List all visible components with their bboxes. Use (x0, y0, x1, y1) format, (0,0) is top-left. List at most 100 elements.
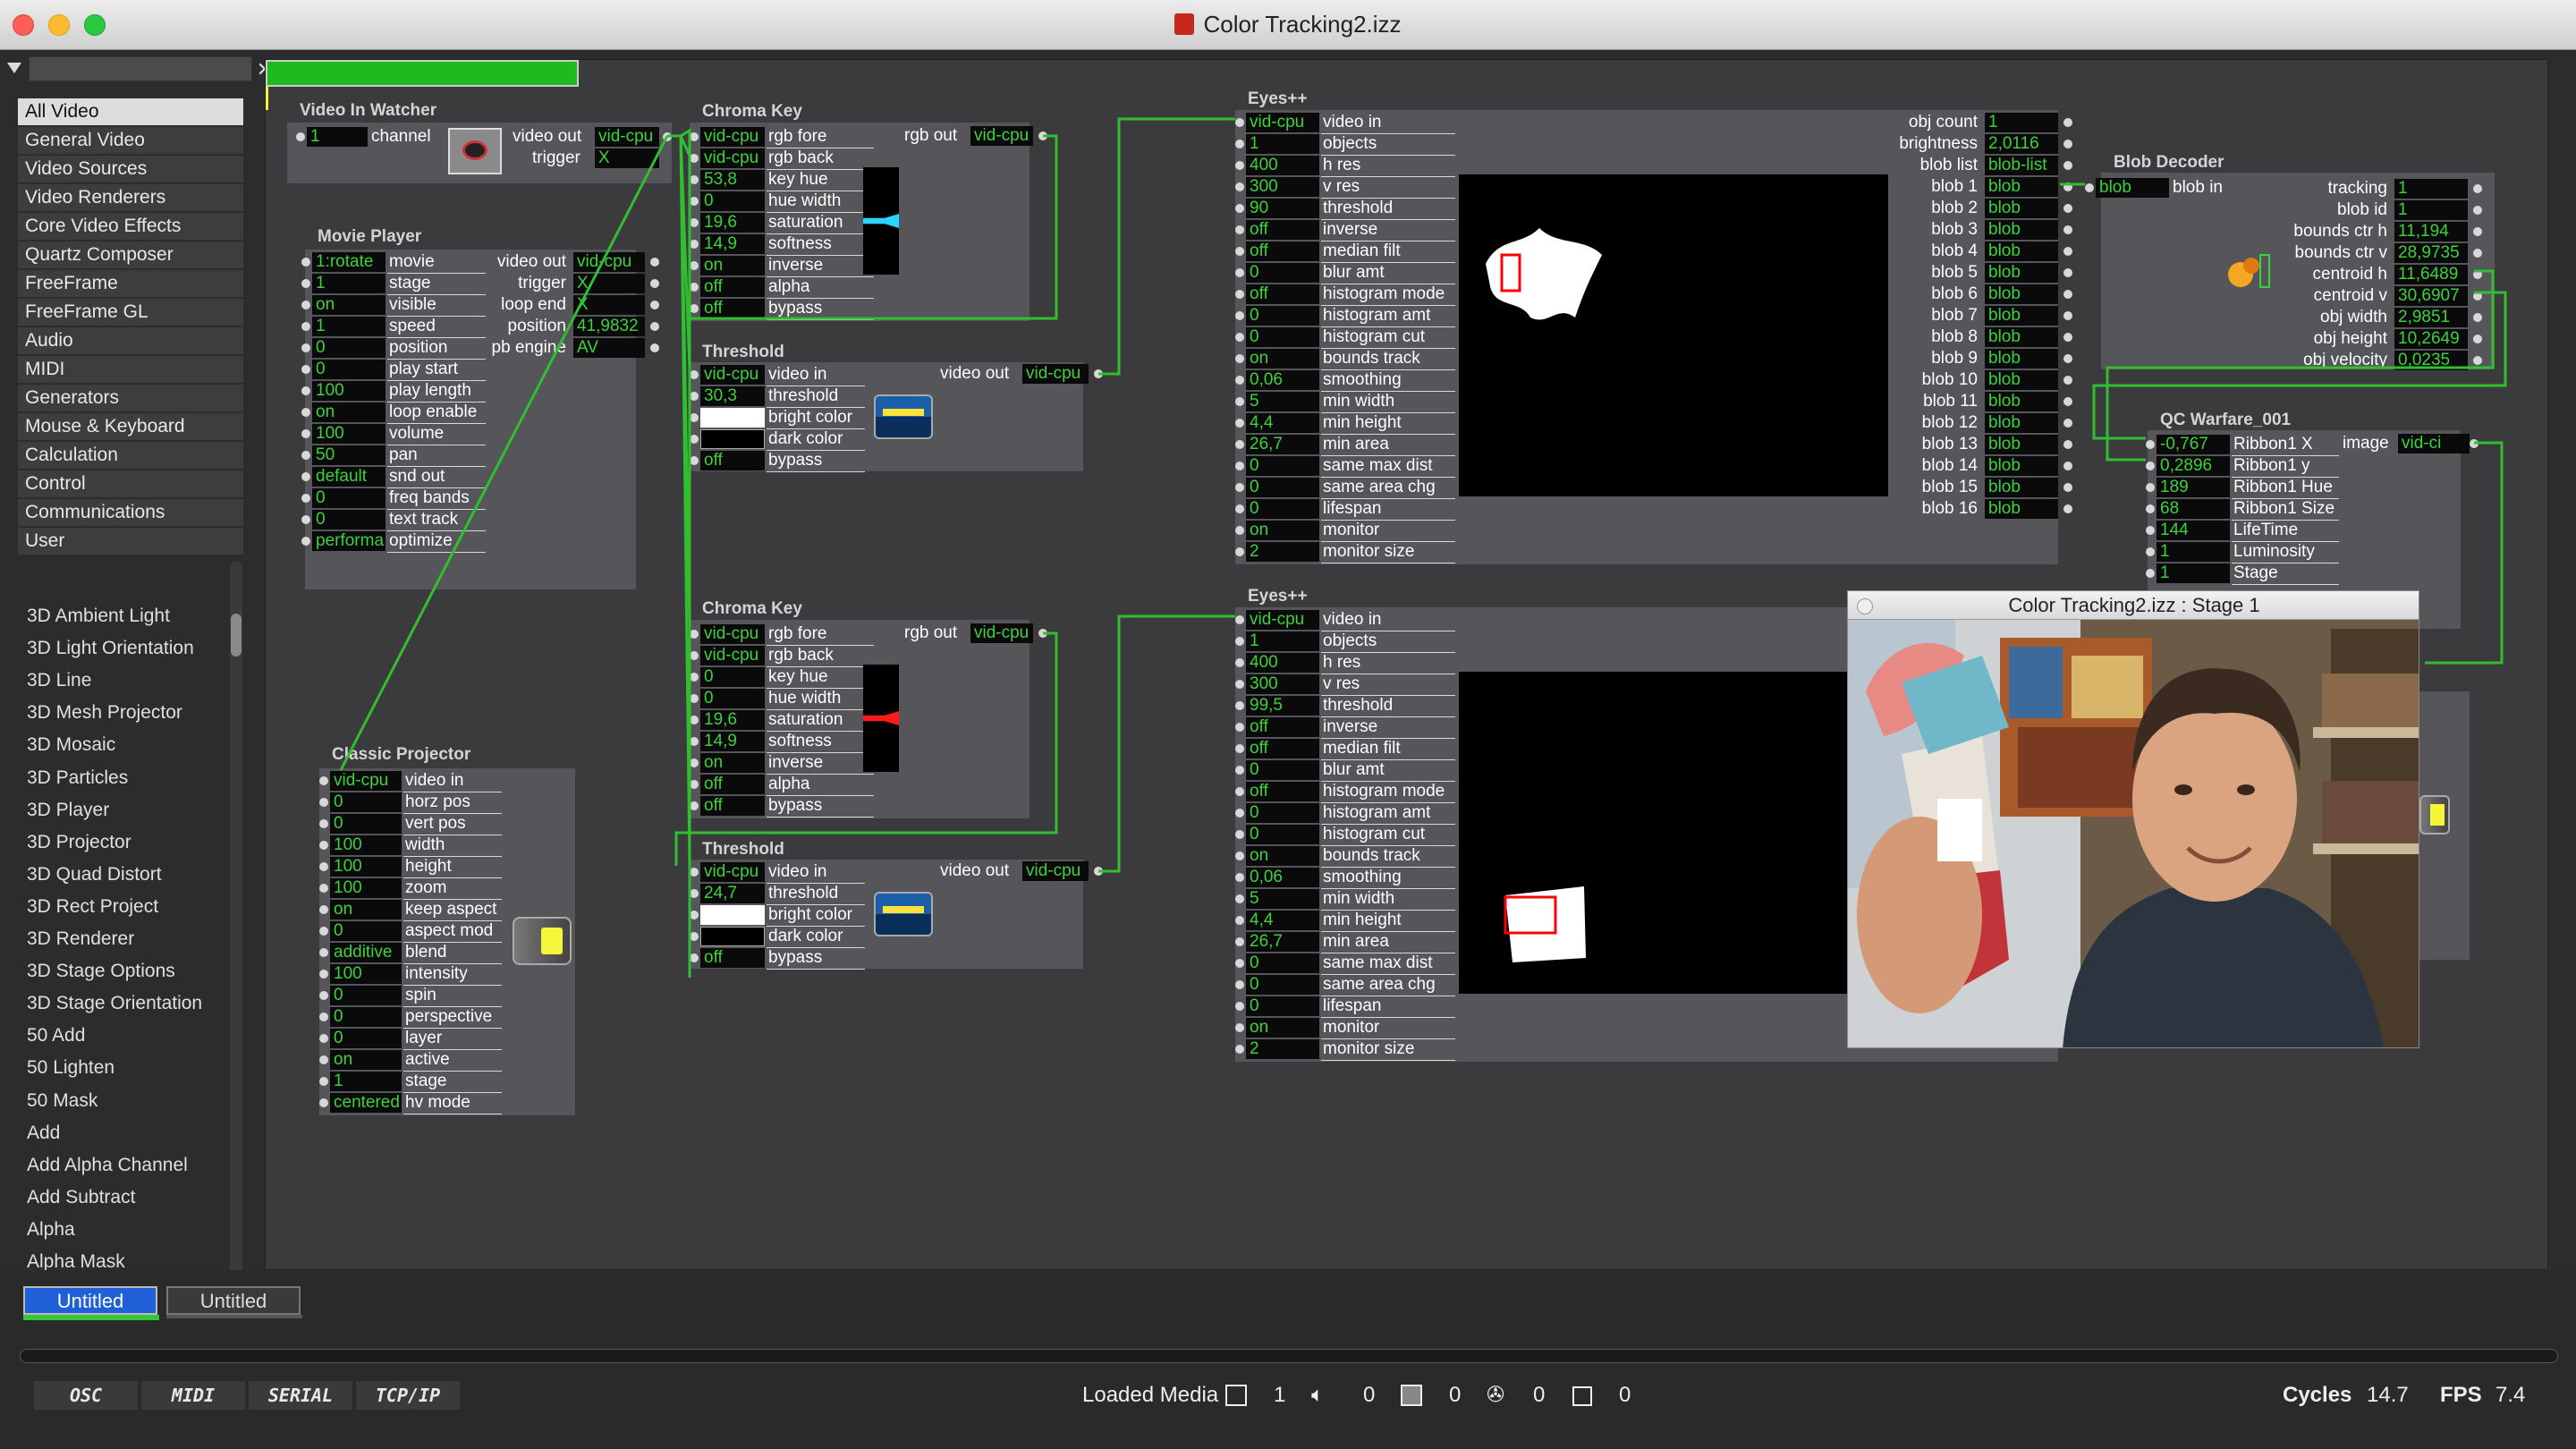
eyes2-input-port[interactable] (1235, 787, 1244, 796)
actor-list-item[interactable]: Add Alpha Channel (27, 1149, 188, 1182)
blob_decoder-input-port[interactable] (2085, 183, 2094, 192)
osc-button[interactable]: OSC (34, 1381, 138, 1410)
eyes2-input-port[interactable] (1235, 658, 1244, 667)
threshold2-input-port[interactable] (690, 868, 699, 877)
eyes1-output-port[interactable] (2063, 268, 2072, 277)
eyes1-input-port[interactable] (1235, 419, 1244, 428)
eyes2-input-value[interactable]: on (1246, 846, 1319, 866)
actor-list-item[interactable]: 50 Lighten (27, 1052, 114, 1084)
classic_projector-input-port[interactable] (319, 819, 328, 828)
eyes1-input-port[interactable] (1235, 225, 1244, 234)
eyes2-input-port[interactable] (1235, 830, 1244, 839)
eyes1-input-value[interactable]: 0 (1246, 499, 1319, 519)
scene-scrollbar[interactable] (20, 1349, 2558, 1363)
scene-tab-1[interactable]: Untitled (23, 1286, 157, 1315)
chroma2-input-port[interactable] (690, 694, 699, 703)
eyes2-input-port[interactable] (1235, 894, 1244, 903)
eyes2-input-port[interactable] (1235, 1023, 1244, 1032)
eyes1-output-port[interactable] (2063, 290, 2072, 299)
qc_warfare-input-value[interactable]: 1 (2157, 542, 2230, 562)
qc_warfare-input-value[interactable]: 1 (2157, 564, 2230, 583)
category-item[interactable]: User (18, 528, 243, 555)
movie_player-input-value[interactable]: 0 (312, 338, 386, 358)
classic_projector-input-value[interactable]: vid-cpu (330, 771, 402, 791)
qc_warfare-input-port[interactable] (2146, 547, 2155, 556)
chroma1-input-value[interactable]: vid-cpu (700, 148, 765, 168)
classic_projector-input-port[interactable] (319, 841, 328, 850)
movie_player-input-value[interactable]: on (312, 295, 386, 315)
eyes1-output-port[interactable] (2063, 333, 2072, 342)
chroma2-input-port[interactable] (690, 716, 699, 724)
classic_projector-input-port[interactable] (319, 862, 328, 871)
classic_projector-input-value[interactable]: additive (330, 943, 402, 962)
eyes1-output-port[interactable] (2063, 376, 2072, 385)
chroma1-input-value[interactable]: 53,8 (700, 170, 765, 190)
threshold2-input-value[interactable] (700, 927, 765, 946)
chroma2-input-port[interactable] (690, 673, 699, 682)
classic_projector-input-value[interactable]: 0 (330, 921, 402, 941)
threshold2-input-port[interactable] (690, 953, 699, 962)
blob_decoder-output-port[interactable] (2473, 292, 2482, 301)
eyes1-input-value[interactable]: 0 (1246, 456, 1319, 476)
eyes2-input-value[interactable]: 4,4 (1246, 911, 1319, 930)
category-item[interactable]: Mouse & Keyboard (18, 413, 243, 440)
eyes1-output-port[interactable] (2063, 118, 2072, 127)
blob_decoder-output-port[interactable] (2473, 227, 2482, 236)
chroma2-input-port[interactable] (690, 801, 699, 810)
classic_projector-input-value[interactable]: 1 (330, 1072, 402, 1091)
classic_projector-input-port[interactable] (319, 798, 328, 807)
eyes1-output-port[interactable] (2063, 440, 2072, 449)
threshold1-input-port[interactable] (690, 370, 699, 379)
chroma2-input-port[interactable] (690, 758, 699, 767)
eyes2-input-port[interactable] (1235, 873, 1244, 882)
tcpip-button[interactable]: TCP/IP (356, 1381, 460, 1410)
classic_projector-input-value[interactable]: on (330, 900, 402, 919)
eyes2-input-value[interactable]: off (1246, 782, 1319, 801)
chroma1-input-value[interactable]: 19,6 (700, 213, 765, 233)
eyes1-output-port[interactable] (2063, 504, 2072, 513)
chroma1-input-port[interactable] (690, 261, 699, 270)
qc_warfare-input-port[interactable] (2146, 440, 2155, 449)
eyes2-input-port[interactable] (1235, 744, 1244, 753)
eyes1-input-value[interactable]: 0 (1246, 263, 1319, 283)
eyes1-input-value[interactable]: 400 (1246, 156, 1319, 175)
category-item[interactable]: Quartz Composer (18, 242, 243, 268)
qc_warfare-output-port[interactable] (2470, 439, 2479, 448)
chroma2-input-port[interactable] (690, 630, 699, 639)
chroma2-input-value[interactable]: 0 (700, 667, 765, 687)
patch-cord[interactable] (667, 128, 691, 978)
classic_projector-input-port[interactable] (319, 991, 328, 1000)
movie_player-input-port[interactable] (301, 451, 310, 460)
threshold1-input-value[interactable] (700, 429, 765, 449)
movie_player-input-port[interactable] (301, 322, 310, 331)
threshold1-input-port[interactable] (690, 413, 699, 422)
chroma2-input-value[interactable]: 14,9 (700, 732, 765, 751)
threshold1-input-value[interactable] (700, 408, 765, 428)
threshold2-input-value[interactable]: off (700, 948, 765, 968)
category-item[interactable]: Video Sources (18, 156, 243, 182)
movie_player-input-value[interactable]: 100 (312, 381, 386, 401)
qc_warfare-input-value[interactable]: 144 (2157, 521, 2230, 540)
chroma1-input-value[interactable]: on (700, 256, 765, 275)
chroma2-input-port[interactable] (690, 737, 699, 746)
eyes2-input-value[interactable]: 26,7 (1246, 932, 1319, 952)
chroma1-output-port[interactable] (1038, 131, 1047, 140)
actor-list-item[interactable]: 3D Quad Distort (27, 859, 162, 891)
eyes1-input-port[interactable] (1235, 118, 1244, 127)
movie_player-input-value[interactable]: 0 (312, 488, 386, 508)
category-item[interactable]: FreeFrame (18, 270, 243, 297)
library-scroll-thumb[interactable] (231, 614, 242, 657)
movie_player-input-value[interactable]: 1 (312, 317, 386, 336)
threshold2-input-port[interactable] (690, 911, 699, 919)
eyes1-input-port[interactable] (1235, 483, 1244, 492)
eyes1-output-port[interactable] (2063, 140, 2072, 148)
blob_decoder-output-port[interactable] (2473, 184, 2482, 193)
eyes1-input-port[interactable] (1235, 462, 1244, 470)
eyes2-input-port[interactable] (1235, 980, 1244, 989)
eyes1-input-value[interactable]: on (1246, 349, 1319, 369)
movie_player-input-value[interactable]: on (312, 402, 386, 422)
actor-list-item[interactable]: Add (27, 1117, 60, 1149)
eyes2-input-value[interactable]: off (1246, 739, 1319, 758)
movie_player-input-port[interactable] (301, 537, 310, 546)
movie_player-input-port[interactable] (301, 386, 310, 395)
